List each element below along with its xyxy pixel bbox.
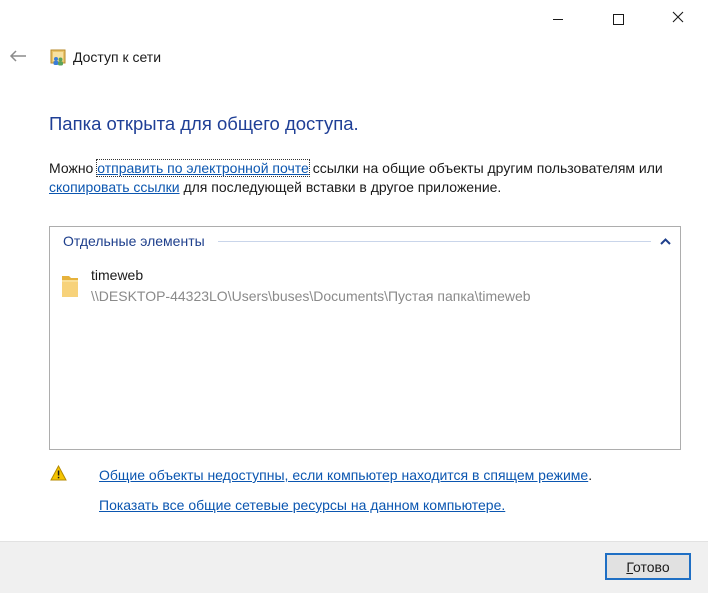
network-access-dialog: Доступ к сети Папка открыта для общего д…	[0, 0, 708, 593]
paragraph-suffix: для последующей вставки в другое приложе…	[179, 179, 502, 195]
paragraph-prefix: Можно	[49, 160, 98, 176]
group-divider	[218, 241, 651, 242]
close-button[interactable]	[655, 0, 701, 38]
back-arrow-icon	[9, 49, 27, 68]
minimize-button[interactable]	[535, 0, 581, 38]
chevron-up-icon	[659, 232, 671, 250]
back-button[interactable]	[6, 46, 30, 70]
folder-icon	[60, 273, 80, 299]
done-label-rest: отово	[633, 558, 670, 575]
shared-items-panel: Отдельные элементы timeweb \\DESKTOP-443…	[49, 226, 681, 450]
group-collapse-button[interactable]	[657, 233, 673, 249]
paragraph-middle: ссылки на общие объекты другим пользоват…	[308, 160, 663, 176]
email-link[interactable]: отправить по электронной почте	[96, 159, 310, 177]
info-paragraph: Можно отправить по электронной почте ссы…	[49, 159, 694, 197]
dialog-title: Доступ к сети	[73, 49, 162, 65]
group-header: Отдельные элементы	[63, 233, 205, 249]
show-all-shares-row: Показать все общие сетевые ресурсы на да…	[99, 497, 505, 513]
close-icon	[672, 10, 684, 28]
sleep-notice-link[interactable]: Общие объекты недоступны, если компьютер…	[99, 467, 588, 483]
minimize-icon	[553, 18, 563, 20]
item-name: timeweb	[91, 267, 144, 283]
network-share-icon	[50, 49, 66, 67]
maximize-icon	[612, 13, 624, 25]
dialog-footer	[0, 541, 708, 593]
sleep-notice-punct: .	[588, 467, 593, 483]
page-headline: Папка открыта для общего доступа.	[49, 113, 359, 134]
copy-links-link[interactable]: скопировать ссылки	[49, 179, 180, 195]
sleep-notice-row: Общие объекты недоступны, если компьютер…	[99, 467, 592, 483]
warning-icon	[50, 464, 67, 481]
list-item[interactable]: timeweb \\DESKTOP-44323LO\Users\buses\Do…	[58, 265, 658, 309]
item-path: \\DESKTOP-44323LO\Users\buses\Documents\…	[91, 288, 531, 304]
show-all-shares-link[interactable]: Показать все общие сетевые ресурсы на да…	[99, 497, 505, 513]
done-button[interactable]: Готово	[605, 553, 691, 580]
done-button-label: Готово	[615, 557, 680, 577]
maximize-button[interactable]	[595, 0, 641, 38]
